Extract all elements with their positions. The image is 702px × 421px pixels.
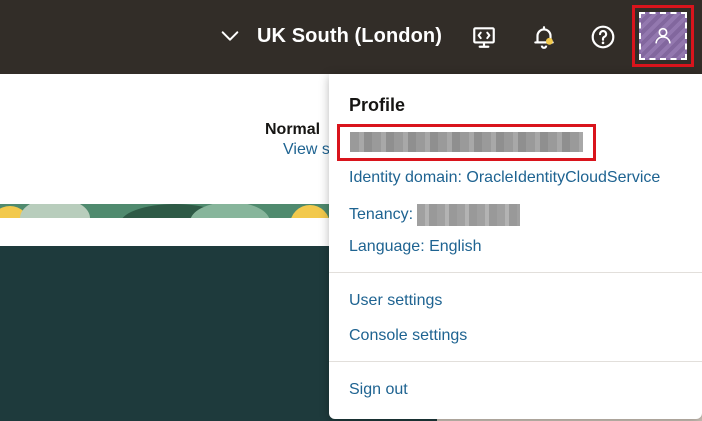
region-label: UK South (London) bbox=[257, 24, 442, 47]
help-icon bbox=[591, 25, 615, 49]
sign-out-link[interactable]: Sign out bbox=[349, 381, 408, 399]
profile-menu: Profile Identity domain: OracleIdentityC… bbox=[329, 74, 702, 419]
profile-avatar-button[interactable] bbox=[639, 12, 687, 60]
tenancy-label: Tenancy: bbox=[349, 206, 414, 224]
profile-menu-title: Profile bbox=[349, 95, 406, 115]
username-highlight bbox=[337, 124, 596, 161]
menu-divider bbox=[329, 361, 702, 362]
identity-domain-link[interactable]: Identity domain: OracleIdentityCloudServ… bbox=[349, 169, 660, 187]
cloud-shell-button[interactable] bbox=[469, 22, 499, 52]
profile-highlight bbox=[632, 5, 694, 67]
username-redacted[interactable] bbox=[350, 132, 583, 152]
user-settings-link[interactable]: User settings bbox=[349, 292, 442, 310]
chevron-down-icon bbox=[221, 31, 239, 41]
help-button[interactable] bbox=[588, 22, 618, 52]
menu-divider bbox=[329, 272, 702, 273]
view-link[interactable]: View s bbox=[283, 141, 330, 159]
bell-icon bbox=[534, 26, 554, 49]
tenancy-name-redacted bbox=[417, 204, 521, 226]
tenancy-link[interactable]: Tenancy: bbox=[349, 204, 521, 226]
user-icon bbox=[655, 27, 671, 44]
notifications-button[interactable] bbox=[529, 22, 559, 52]
language-link[interactable]: Language: English bbox=[349, 238, 482, 256]
console-settings-link[interactable]: Console settings bbox=[349, 327, 467, 345]
top-bar: UK South (London) bbox=[0, 0, 702, 74]
cloud-shell-icon bbox=[473, 27, 495, 48]
status-normal-label: Normal bbox=[265, 121, 321, 138]
region-selector[interactable]: UK South (London) bbox=[219, 20, 442, 52]
